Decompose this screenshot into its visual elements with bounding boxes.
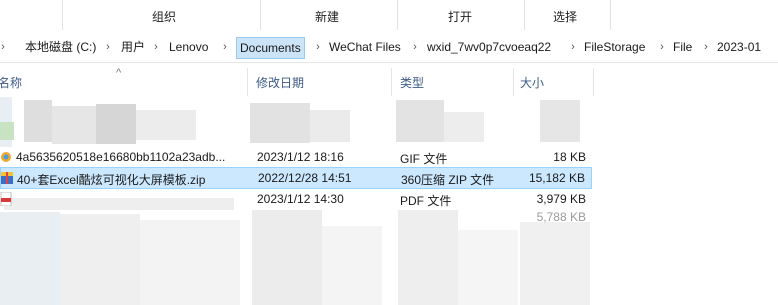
ribbon-separator — [260, 0, 261, 30]
file-name: 4a5635620518e16680bb1102a23adb... — [16, 150, 226, 164]
redacted-block — [140, 220, 240, 305]
ribbon-group-new[interactable]: 新建 — [315, 8, 339, 25]
redacted-block — [0, 122, 14, 140]
breadcrumb-wechat-files[interactable]: WeChat Files — [326, 38, 404, 56]
redacted-block — [322, 226, 382, 305]
file-date: 2023/1/12 14:30 — [257, 192, 344, 206]
breadcrumb-wxid[interactable]: wxid_7wv0p7cvoeaq22 — [424, 38, 554, 56]
chevron-right-icon[interactable]: › — [220, 38, 230, 56]
file-date: 2022/12/28 14:51 — [258, 171, 352, 185]
column-header-type[interactable]: 类型 — [400, 74, 424, 91]
ribbon-group-organize[interactable]: 组织 — [152, 8, 176, 25]
redacted-block — [444, 112, 484, 142]
file-row-selected[interactable]: 40+套Excel酷炫可视化大屏模板.zip 2022/12/28 14:51 … — [0, 167, 592, 189]
redacted-block — [60, 214, 140, 305]
breadcrumb-local-disk[interactable]: 本地磁盘 (C:) — [22, 38, 99, 56]
redacted-block — [250, 103, 310, 143]
file-type: GIF 文件 — [400, 152, 448, 166]
pdf-file-icon — [0, 191, 12, 207]
file-name: 40+套Excel酷炫可视化大屏模板.zip — [17, 173, 206, 187]
chevron-right-icon[interactable]: › — [410, 38, 420, 56]
ribbon-group-open[interactable]: 打开 — [448, 8, 472, 25]
gif-file-icon — [0, 150, 12, 164]
column-divider[interactable] — [247, 68, 248, 96]
redacted-block — [458, 230, 518, 305]
redacted-block — [52, 106, 96, 144]
breadcrumb-file[interactable]: File — [670, 38, 695, 56]
file-row[interactable]: 5,788 KB — [0, 207, 592, 227]
file-size: 18 KB — [553, 150, 586, 164]
breadcrumb-filestorage[interactable]: FileStorage — [581, 38, 648, 56]
file-size: 5,788 KB — [536, 210, 586, 224]
breadcrumb-documents[interactable]: Documents — [236, 37, 305, 59]
ribbon-separator — [610, 0, 611, 30]
redacted-block — [136, 110, 196, 140]
breadcrumb-lenovo[interactable]: Lenovo — [166, 38, 211, 56]
ribbon-separator — [397, 0, 398, 30]
zip-archive-icon — [1, 171, 13, 185]
chevron-right-icon[interactable]: › — [657, 38, 667, 56]
redacted-block — [96, 104, 136, 144]
column-header-date[interactable]: 修改日期 — [256, 74, 304, 91]
column-divider[interactable] — [513, 68, 514, 96]
ribbon-group-select[interactable]: 选择 — [553, 8, 577, 25]
file-size: 15,182 KB — [528, 171, 585, 185]
breadcrumb-users[interactable]: 用户 — [118, 38, 148, 56]
redacted-block — [396, 100, 444, 142]
ribbon-separator — [62, 0, 63, 30]
column-divider[interactable] — [593, 68, 594, 96]
redacted-block — [310, 110, 350, 142]
column-header-name[interactable]: 名称 — [0, 74, 22, 91]
chevron-right-icon[interactable]: › — [103, 38, 113, 56]
ribbon-separator — [524, 0, 525, 30]
address-bar[interactable]: › 本地磁盘 (C:) › 用户 › Lenovo › Documents › … — [0, 32, 778, 63]
chevron-right-icon[interactable]: › — [701, 38, 711, 56]
file-date: 2023/1/12 18:16 — [257, 150, 344, 164]
column-header-size[interactable]: 大小 — [520, 74, 544, 91]
chevron-right-icon[interactable]: › — [313, 38, 323, 56]
file-size: 3,979 KB — [536, 192, 586, 206]
chevron-right-icon[interactable]: › — [568, 38, 578, 56]
column-header-row: ^ 名称 修改日期 类型 大小 — [0, 62, 778, 96]
redacted-block — [24, 100, 52, 142]
file-type: 360压缩 ZIP 文件 — [401, 173, 495, 187]
sort-ascending-icon: ^ — [116, 67, 122, 79]
column-divider[interactable] — [391, 68, 392, 96]
chevron-right-icon[interactable]: › — [0, 38, 8, 56]
file-row[interactable]: 4a5635620518e16680bb1102a23adb... 2023/1… — [0, 147, 592, 167]
chevron-right-icon[interactable]: › — [151, 38, 161, 56]
file-row[interactable]: 2023/1/12 14:30 PDF 文件 3,979 KB — [0, 189, 592, 209]
redacted-block — [540, 100, 580, 142]
redacted-block — [520, 222, 590, 305]
breadcrumb-2023-01[interactable]: 2023-01 — [714, 38, 764, 56]
ribbon: 组织 新建 打开 选择 — [0, 0, 778, 33]
